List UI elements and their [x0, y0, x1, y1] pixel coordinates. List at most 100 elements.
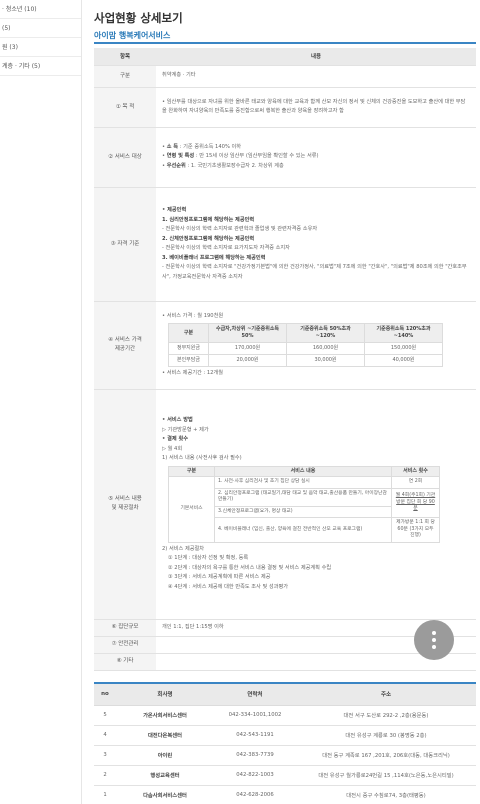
target-age: : 만 15세 이상 임산부 (임산부임을 확인할 수 있는 서류)	[194, 153, 319, 160]
svc-count-4: 제가방문 1:1 회 당 60분 (3가지 모두 진행)	[391, 517, 440, 543]
content-label-2: 및 제공절차	[111, 505, 139, 511]
price-cell: 160,000원	[286, 342, 365, 355]
header-item: 항목	[94, 48, 156, 66]
comp-addr: 대전 서구 도산로 292-2 ,2층(용문동)	[296, 705, 476, 726]
category-sidebar: · 청소년 (10) (5) 원 (3) 계층 · 기타 (5)	[0, 0, 82, 804]
sidebar-item-youth[interactable]: · 청소년 (10)	[0, 0, 81, 19]
target-key-income: 소 득	[166, 143, 179, 150]
price-col-3: 기준중위소득 120%초과 ~140%	[364, 323, 443, 343]
price-col-0: 구분	[168, 323, 209, 343]
qualification-heading: 제공인력	[162, 206, 470, 216]
comp-no: 4	[94, 725, 116, 746]
price-cell: 20,000원	[208, 354, 287, 367]
comp-phone: 042-822-1003	[214, 765, 296, 786]
header-content: 내용	[156, 48, 476, 66]
comp-addr: 대전 유성구 월가룡로24번길 15 ,114호(노은동,노은시티빌)	[296, 765, 476, 786]
table-row[interactable]: 1 다솜사회서비스센터 042-628-2006 대전시 중구 수침로74, 3…	[94, 785, 476, 804]
price-cell: 150,000원	[364, 342, 443, 355]
content-label-1: ⑤ 서비스 내용	[108, 496, 142, 502]
proc-heading: 2) 서비스 제공절차	[162, 545, 205, 552]
table-row[interactable]: 4 대전다온복센터 042-543-1191 대전 유성구 계룡로 30 (봉명…	[94, 725, 476, 746]
method-heading: 서비스 방법	[162, 416, 470, 426]
comp-addr: 대전 유성구 계룡로 30 (봉명동 2층)	[296, 725, 476, 746]
price-col-2: 기준중위소득 50%초과 ~120%	[286, 323, 365, 343]
purpose-label: ① 목 적	[94, 87, 156, 128]
target-value: 소 득 : 기준 중위소득 140% 이하 연령 및 특성 : 만 15세 이상…	[156, 127, 476, 188]
comp-no: 2	[94, 765, 116, 786]
proc-step-1: ① 1단계 : 대상자 선정 및 확정, 등록	[168, 555, 249, 561]
comp-name[interactable]: 가온사회서비스센터	[116, 705, 214, 726]
title-divider	[94, 42, 476, 44]
svc-count-2: 월 4회(주1회) 기관방문 집단 회 당 90분	[391, 487, 440, 518]
svc-col-1: 서비스 내용	[214, 465, 392, 477]
proc-step-2: ② 2단계 : 대상자의 욕구를 통한 서비스 내용 결정 및 서비스 제공계획…	[168, 564, 332, 571]
sidebar-item-vulnerable[interactable]: 계층 · 기타 (5)	[0, 57, 81, 76]
freq-text: ▷ 월 4회	[162, 445, 183, 452]
comp-col-addr: 주소	[296, 682, 476, 706]
price-cell: 40,000원	[364, 354, 443, 367]
qualification-value: 제공인력 1. 심리안정프로그램에 해당하는 제공인력 - 전문학사 이상의 학…	[156, 187, 476, 302]
more-dots-icon	[432, 638, 436, 642]
proc-step-3: ③ 3단계 : 서비스 제공계획에 따른 서비스 제공	[168, 574, 271, 580]
proc-step-4: ④ 4단계 : 서비스 제공에 대한 만족도 조사 및 성과평가	[168, 583, 288, 590]
target-label: ② 서비스 대상	[94, 127, 156, 188]
comp-name[interactable]: 다솜사회서비스센터	[116, 785, 214, 804]
comp-phone: 042-383-7739	[214, 745, 296, 766]
comp-phone: 042-543-1191	[214, 725, 296, 746]
table-row[interactable]: 3 아이린 042-383-7739 대전 동구 계족로 167 ,201호, …	[94, 745, 476, 766]
price-line: 서비스 가격 : 월 190천원	[162, 312, 470, 322]
content-value: 서비스 방법 ▷ 기관방문형 + 제가 결제 횟수 ▷ 월 4회 1) 서비스 …	[156, 389, 476, 620]
sidebar-item-3[interactable]: 원 (3)	[0, 38, 81, 57]
service-name: 아이맘 행복케어서비스	[94, 31, 171, 40]
category-label: 구분	[94, 65, 156, 88]
comp-col-no: no	[94, 682, 116, 706]
category-value: 취약계층 · 기타	[156, 65, 476, 88]
table-row[interactable]: 5 가온사회서비스센터 042-334-1001,1002 대전 서구 도산로 …	[94, 705, 476, 726]
target-income: : 기준 중위소득 140% 이하	[178, 143, 242, 150]
purpose-value: 임산부를 대상으로 자녀를 위한 올바른 태교와 양육에 대한 교육과 함께 산…	[156, 87, 476, 128]
svc-content-2: 2. 심리안정프로그램 (태교일기,태담 태교 및 음악 태교,출산용품 만들기…	[214, 487, 392, 507]
comp-col-phone: 연락처	[214, 682, 296, 706]
more-dots-icon	[432, 645, 436, 649]
safety-label: ⑦ 안전관리	[94, 636, 156, 654]
qual-desc-1: - 전문학사 이상의 학력 소지자로 관련학과 졸업생 및 관련자격증 소유자	[162, 226, 318, 232]
svc-col-0: 구분	[168, 465, 215, 477]
price-cell: 30,000원	[286, 354, 365, 367]
comp-addr: 대전 동구 계족로 167 ,201호, 206호(대동, 대동크리닉)	[296, 745, 476, 766]
qual-desc-3: - 전문학사 이상의 학력 소지자로 "건강가정기본법"에 의한 건강가정사, …	[162, 264, 467, 280]
other-label: ⑧ 기타	[94, 653, 156, 671]
comp-addr: 대전시 중구 수침로74, 3층(태평동)	[296, 785, 476, 804]
comp-col-name: 회사명	[116, 682, 214, 706]
svc-content-1: 1. 사전·사후 심리검사 및 초기 집단 상담 실시	[214, 476, 392, 489]
svc-col-2: 서비스 횟수	[391, 465, 440, 477]
qual-desc-2: - 전문학사 이상의 학력 소지자로 요가지도자 자격증 소지자	[162, 245, 290, 251]
target-key-priority: 우선순위	[166, 162, 186, 169]
svc-content-3: 3.신체안정프로그램(요가, 명상 태교)	[214, 505, 392, 518]
method-text: ▷ 기관방문형 + 제가	[162, 426, 209, 433]
svc-content-4: 4. 베이비플래너 (임신, 출산, 양육에 걸친 전반적인 산모 교육 프로그…	[214, 517, 392, 543]
price-period: 서비스 제공기간 : 12개월	[162, 369, 470, 379]
comp-phone: 042-334-1001,1002	[214, 705, 296, 726]
provider-table: no 회사명 연락처 주소 5 가온사회서비스센터 042-334-1001,1…	[94, 682, 476, 804]
sidebar-item-2[interactable]: (5)	[0, 19, 81, 38]
qual-title-3: 3. 베이비플래너 프로그램에 해당하는 제공인력	[162, 254, 266, 261]
service-content-table: 구분 서비스 내용 서비스 횟수 기본서비스 1. 사전·사후 심리검사 및 초…	[168, 465, 440, 543]
qual-title-1: 1. 심리안정프로그램에 해당하는 제공인력	[162, 216, 255, 223]
target-key-age: 연령 및 특성	[166, 153, 195, 160]
comp-no: 3	[94, 745, 116, 766]
comp-name[interactable]: 대전다온복센터	[116, 725, 214, 746]
comp-name[interactable]: 행성교육센터	[116, 765, 214, 786]
table-row[interactable]: 2 행성교육센터 042-822-1003 대전 유성구 월가룡로24번길 15…	[94, 765, 476, 786]
comp-name[interactable]: 아이린	[116, 745, 214, 766]
content-label: ⑤ 서비스 내용및 제공절차	[94, 389, 156, 620]
more-dots-icon	[432, 631, 436, 635]
comp-no: 1	[94, 785, 116, 804]
svc-count-1: 연 2회	[391, 476, 440, 489]
main-content: 사업현황 상세보기 아이맘 행복케어서비스 항목 내용 구분 취약계층 · 기타…	[94, 0, 476, 804]
price-cell: 170,000원	[208, 342, 287, 355]
target-priority: : 1. 국민기초생활보장수급자 2. 차상위 계층	[185, 162, 284, 169]
price-row-name: 정부지원금	[168, 342, 209, 355]
price-label: ④ 서비스 가격 제공기간	[94, 301, 156, 390]
price-label-2: 제공기간	[114, 346, 136, 352]
more-menu-button[interactable]	[414, 620, 454, 660]
